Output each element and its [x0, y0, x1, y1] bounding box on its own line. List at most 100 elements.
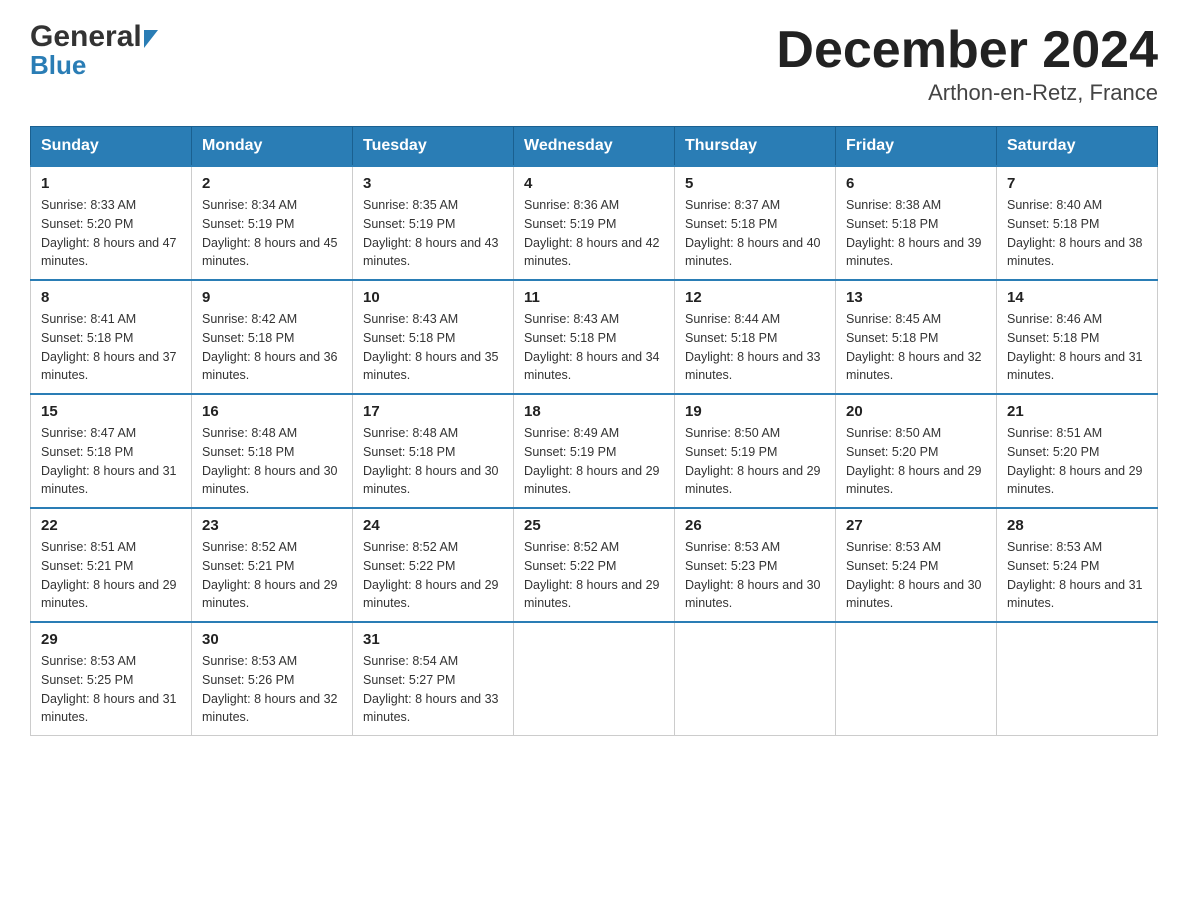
- column-header-friday: Friday: [836, 127, 997, 167]
- day-number: 15: [41, 403, 181, 420]
- calendar-day-cell: 16 Sunrise: 8:48 AMSunset: 5:18 PMDayligh…: [192, 394, 353, 508]
- calendar-week-row: 22 Sunrise: 8:51 AMSunset: 5:21 PMDayligh…: [31, 508, 1158, 622]
- calendar-body: 1Sunrise: 8:33 AMSunset: 5:20 PMDaylight…: [31, 166, 1158, 736]
- day-number: 26: [685, 517, 825, 534]
- calendar-day-cell: 22 Sunrise: 8:51 AMSunset: 5:21 PMDayligh…: [31, 508, 192, 622]
- calendar-day-cell: 7 Sunrise: 8:40 AMSunset: 5:18 PMDaylight…: [997, 166, 1158, 280]
- day-number: 4: [524, 175, 664, 192]
- day-number: 25: [524, 517, 664, 534]
- column-header-saturday: Saturday: [997, 127, 1158, 167]
- calendar-day-cell: 6Sunrise: 8:38 AMSunset: 5:18 PMDaylight…: [836, 166, 997, 280]
- calendar-day-cell: 28 Sunrise: 8:53 AMSunset: 5:24 PMDayligh…: [997, 508, 1158, 622]
- day-info: Sunrise: 8:41 AMSunset: 5:18 PMDaylight:…: [41, 310, 181, 385]
- day-number: 2: [202, 175, 342, 192]
- day-info: Sunrise: 8:53 AMSunset: 5:24 PMDaylight:…: [1007, 538, 1147, 613]
- day-number: 17: [363, 403, 503, 420]
- calendar-day-cell: 11Sunrise: 8:43 AMSunset: 5:18 PMDayligh…: [514, 280, 675, 394]
- day-info: Sunrise: 8:40 AMSunset: 5:18 PMDaylight:…: [1007, 196, 1147, 271]
- calendar-title: December 2024: [776, 20, 1158, 80]
- day-info: Sunrise: 8:38 AMSunset: 5:18 PMDaylight:…: [846, 196, 986, 271]
- column-header-thursday: Thursday: [675, 127, 836, 167]
- day-number: 3: [363, 175, 503, 192]
- day-number: 24: [363, 517, 503, 534]
- day-number: 22: [41, 517, 181, 534]
- calendar-day-cell: 25 Sunrise: 8:52 AMSunset: 5:22 PMDayligh…: [514, 508, 675, 622]
- day-info: Sunrise: 8:50 AMSunset: 5:19 PMDaylight:…: [685, 424, 825, 499]
- day-info: Sunrise: 8:48 AMSunset: 5:18 PMDaylight:…: [363, 424, 503, 499]
- calendar-day-cell: 20Sunrise: 8:50 AMSunset: 5:20 PMDayligh…: [836, 394, 997, 508]
- day-info: Sunrise: 8:49 AMSunset: 5:19 PMDaylight:…: [524, 424, 664, 499]
- day-number: 13: [846, 289, 986, 306]
- title-block: December 2024 Arthon-en-Retz, France: [776, 20, 1158, 106]
- column-header-wednesday: Wednesday: [514, 127, 675, 167]
- calendar-day-cell: 8Sunrise: 8:41 AMSunset: 5:18 PMDaylight…: [31, 280, 192, 394]
- day-number: 7: [1007, 175, 1147, 192]
- calendar-day-cell: [675, 622, 836, 736]
- calendar-day-cell: 15 Sunrise: 8:47 AMSunset: 5:18 PMDayligh…: [31, 394, 192, 508]
- day-info: Sunrise: 8:42 AMSunset: 5:18 PMDaylight:…: [202, 310, 342, 385]
- calendar-day-cell: 18 Sunrise: 8:49 AMSunset: 5:19 PMDayligh…: [514, 394, 675, 508]
- day-info: Sunrise: 8:48 AMSunset: 5:18 PMDaylight:…: [202, 424, 342, 499]
- day-number: 28: [1007, 517, 1147, 534]
- calendar-day-cell: 5 Sunrise: 8:37 AMSunset: 5:18 PMDaylight…: [675, 166, 836, 280]
- day-number: 27: [846, 517, 986, 534]
- calendar-day-cell: 12 Sunrise: 8:44 AMSunset: 5:18 PMDayligh…: [675, 280, 836, 394]
- day-info: Sunrise: 8:52 AMSunset: 5:22 PMDaylight:…: [524, 538, 664, 613]
- day-info: Sunrise: 8:37 AMSunset: 5:18 PMDaylight:…: [685, 196, 825, 271]
- calendar-day-cell: 17 Sunrise: 8:48 AMSunset: 5:18 PMDayligh…: [353, 394, 514, 508]
- calendar-day-cell: 23Sunrise: 8:52 AMSunset: 5:21 PMDayligh…: [192, 508, 353, 622]
- calendar-day-cell: 1Sunrise: 8:33 AMSunset: 5:20 PMDaylight…: [31, 166, 192, 280]
- calendar-day-cell: [836, 622, 997, 736]
- day-info: Sunrise: 8:44 AMSunset: 5:18 PMDaylight:…: [685, 310, 825, 385]
- day-number: 29: [41, 631, 181, 648]
- column-header-tuesday: Tuesday: [353, 127, 514, 167]
- calendar-day-cell: 27 Sunrise: 8:53 AMSunset: 5:24 PMDayligh…: [836, 508, 997, 622]
- column-header-monday: Monday: [192, 127, 353, 167]
- logo-blue-text: Blue: [30, 50, 158, 81]
- calendar-day-cell: 4Sunrise: 8:36 AMSunset: 5:19 PMDaylight…: [514, 166, 675, 280]
- day-info: Sunrise: 8:47 AMSunset: 5:18 PMDaylight:…: [41, 424, 181, 499]
- calendar-day-cell: 31 Sunrise: 8:54 AMSunset: 5:27 PMDayligh…: [353, 622, 514, 736]
- calendar-day-cell: 26 Sunrise: 8:53 AMSunset: 5:23 PMDayligh…: [675, 508, 836, 622]
- day-info: Sunrise: 8:53 AMSunset: 5:24 PMDaylight:…: [846, 538, 986, 613]
- calendar-header: SundayMondayTuesdayWednesdayThursdayFrid…: [31, 127, 1158, 167]
- calendar-day-cell: [514, 622, 675, 736]
- day-info: Sunrise: 8:53 AMSunset: 5:23 PMDaylight:…: [685, 538, 825, 613]
- day-info: Sunrise: 8:51 AMSunset: 5:21 PMDaylight:…: [41, 538, 181, 613]
- calendar-day-cell: 19 Sunrise: 8:50 AMSunset: 5:19 PMDayligh…: [675, 394, 836, 508]
- calendar-day-cell: 13 Sunrise: 8:45 AMSunset: 5:18 PMDayligh…: [836, 280, 997, 394]
- day-number: 12: [685, 289, 825, 306]
- day-info: Sunrise: 8:43 AMSunset: 5:18 PMDaylight:…: [524, 310, 664, 385]
- calendar-week-row: 29Sunrise: 8:53 AMSunset: 5:25 PMDayligh…: [31, 622, 1158, 736]
- day-info: Sunrise: 8:45 AMSunset: 5:18 PMDaylight:…: [846, 310, 986, 385]
- calendar-day-cell: 14Sunrise: 8:46 AMSunset: 5:18 PMDayligh…: [997, 280, 1158, 394]
- day-number: 10: [363, 289, 503, 306]
- calendar-day-cell: 30Sunrise: 8:53 AMSunset: 5:26 PMDayligh…: [192, 622, 353, 736]
- day-info: Sunrise: 8:54 AMSunset: 5:27 PMDaylight:…: [363, 652, 503, 727]
- day-info: Sunrise: 8:50 AMSunset: 5:20 PMDaylight:…: [846, 424, 986, 499]
- calendar-day-cell: 10 Sunrise: 8:43 AMSunset: 5:18 PMDayligh…: [353, 280, 514, 394]
- calendar-day-cell: 2Sunrise: 8:34 AMSunset: 5:19 PMDaylight…: [192, 166, 353, 280]
- calendar-subtitle: Arthon-en-Retz, France: [776, 80, 1158, 106]
- day-number: 30: [202, 631, 342, 648]
- day-number: 14: [1007, 289, 1147, 306]
- calendar-day-cell: 24 Sunrise: 8:52 AMSunset: 5:22 PMDayligh…: [353, 508, 514, 622]
- calendar-day-cell: 21Sunrise: 8:51 AMSunset: 5:20 PMDayligh…: [997, 394, 1158, 508]
- column-header-sunday: Sunday: [31, 127, 192, 167]
- day-info: Sunrise: 8:52 AMSunset: 5:21 PMDaylight:…: [202, 538, 342, 613]
- day-info: Sunrise: 8:51 AMSunset: 5:20 PMDaylight:…: [1007, 424, 1147, 499]
- header-row: SundayMondayTuesdayWednesdayThursdayFrid…: [31, 127, 1158, 167]
- day-number: 5: [685, 175, 825, 192]
- day-number: 1: [41, 175, 181, 192]
- calendar-day-cell: 3Sunrise: 8:35 AMSunset: 5:19 PMDaylight…: [353, 166, 514, 280]
- day-number: 19: [685, 403, 825, 420]
- day-info: Sunrise: 8:43 AMSunset: 5:18 PMDaylight:…: [363, 310, 503, 385]
- day-number: 31: [363, 631, 503, 648]
- day-info: Sunrise: 8:52 AMSunset: 5:22 PMDaylight:…: [363, 538, 503, 613]
- calendar-table: SundayMondayTuesdayWednesdayThursdayFrid…: [30, 126, 1158, 736]
- day-number: 16: [202, 403, 342, 420]
- day-number: 9: [202, 289, 342, 306]
- day-number: 18: [524, 403, 664, 420]
- calendar-week-row: 15 Sunrise: 8:47 AMSunset: 5:18 PMDayligh…: [31, 394, 1158, 508]
- page-header: General Blue December 2024 Arthon-en-Ret…: [30, 20, 1158, 106]
